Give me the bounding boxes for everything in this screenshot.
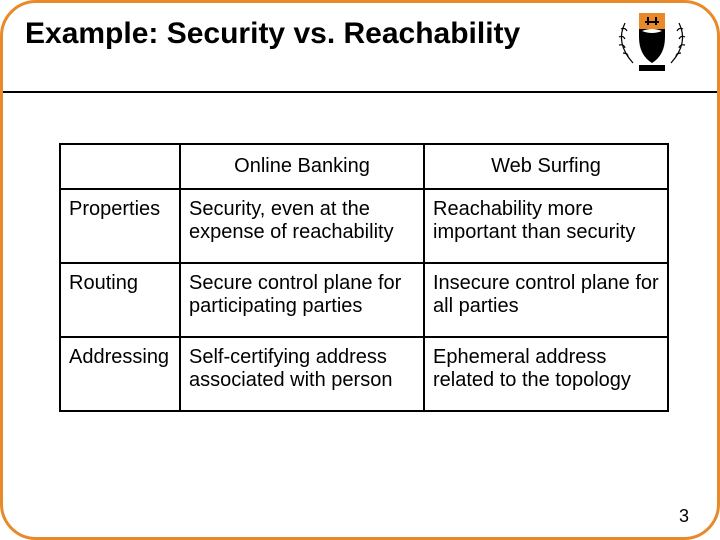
cell-banking: Self-certifying address associated with … — [180, 337, 424, 411]
row-label: Properties — [60, 189, 180, 263]
header-surfing: Web Surfing — [424, 144, 668, 189]
title-divider — [3, 91, 717, 93]
cell-surfing: Ephemeral address related to the topolog… — [424, 337, 668, 411]
princeton-logo — [609, 9, 699, 73]
table-row: Properties Security, even at the expense… — [60, 189, 668, 263]
table-header-row: Online Banking Web Surfing — [60, 144, 668, 189]
row-label: Routing — [60, 263, 180, 337]
slide-number: 3 — [679, 506, 689, 527]
cell-surfing: Insecure control plane for all parties — [424, 263, 668, 337]
row-label: Addressing — [60, 337, 180, 411]
comparison-table: Online Banking Web Surfing Properties Se… — [59, 143, 669, 412]
header-banking: Online Banking — [180, 144, 424, 189]
table-row: Routing Secure control plane for partici… — [60, 263, 668, 337]
table-row: Addressing Self-certifying address assoc… — [60, 337, 668, 411]
cell-surfing: Reachability more important than securit… — [424, 189, 668, 263]
title-row: Example: Security vs. Reachability — [3, 3, 717, 57]
slide-title: Example: Security vs. Reachability — [25, 17, 695, 51]
banner-icon — [639, 65, 665, 71]
shield-icon — [639, 13, 665, 63]
slide-frame: Example: Security vs. Reachability — [0, 0, 720, 540]
content-area: Online Banking Web Surfing Properties Se… — [59, 143, 661, 412]
cell-banking: Security, even at the expense of reachab… — [180, 189, 424, 263]
header-blank — [60, 144, 180, 189]
cell-banking: Secure control plane for participating p… — [180, 263, 424, 337]
